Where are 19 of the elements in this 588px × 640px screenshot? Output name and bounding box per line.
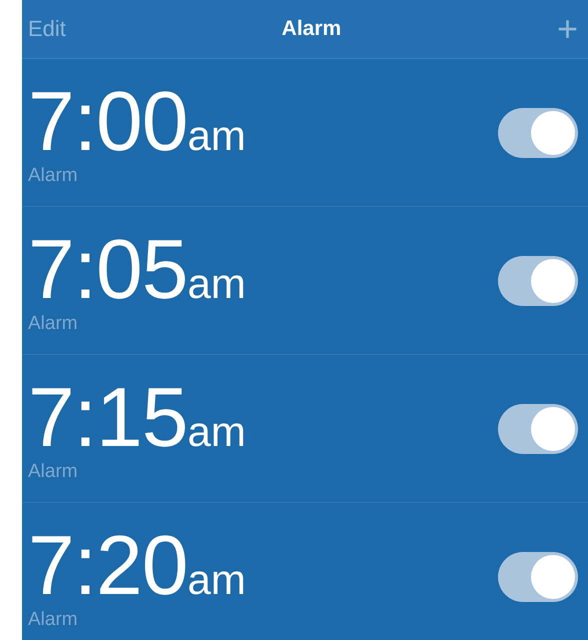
alarm-period: am [188, 260, 246, 308]
alarm-time: 7:00 [28, 78, 188, 162]
alarm-time: 7:20 [28, 522, 188, 606]
alarm-label: Alarm [28, 460, 79, 482]
alarm-period: am [188, 556, 246, 604]
alarm-time: 7:05 [28, 226, 188, 310]
alarm-time: 7:15 [28, 374, 188, 458]
alarm-label: Alarm [28, 164, 79, 186]
alarm-period: am [188, 112, 246, 160]
alarm-toggle[interactable] [498, 108, 578, 158]
alarm-toggle[interactable] [498, 404, 578, 454]
add-button[interactable]: + [556, 11, 578, 47]
edit-button[interactable]: Edit [28, 16, 66, 42]
alarm-period: am [188, 408, 246, 456]
alarm-label: Alarm [28, 312, 79, 334]
alarm-toggle[interactable] [498, 552, 578, 602]
screen-title: Alarm [282, 17, 342, 41]
alarm-toggle[interactable] [498, 256, 578, 306]
alarm-label: Alarm [28, 608, 79, 630]
